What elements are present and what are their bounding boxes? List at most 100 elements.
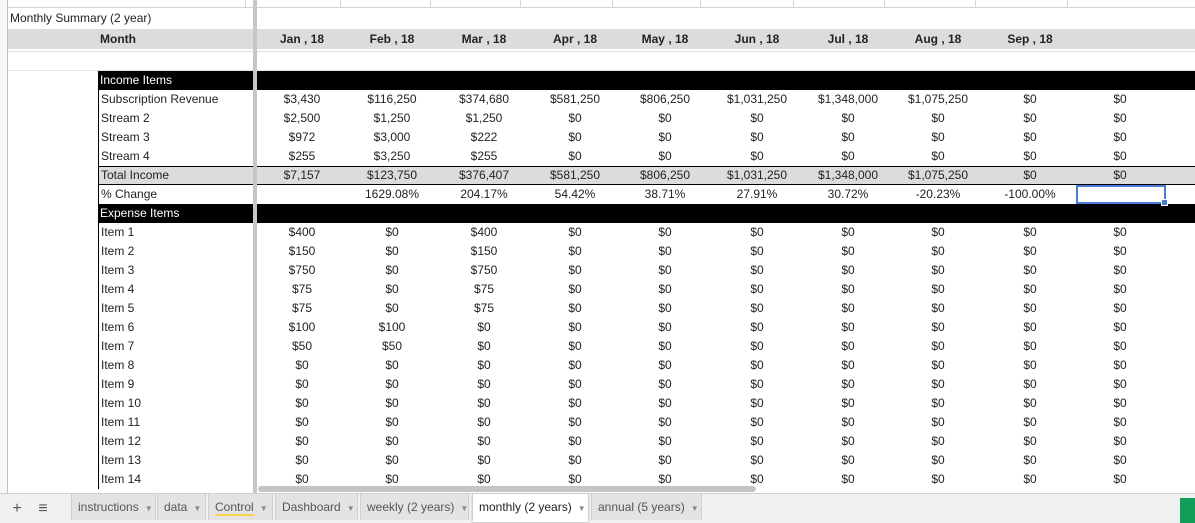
- value-cell[interactable]: $0: [986, 413, 1074, 432]
- value-cell[interactable]: $255: [258, 147, 346, 166]
- value-cell[interactable]: $0: [713, 128, 801, 147]
- value-cell[interactable]: $0: [894, 356, 982, 375]
- value-cell[interactable]: $0: [804, 318, 892, 337]
- value-cell[interactable]: $255: [440, 147, 528, 166]
- value-cell[interactable]: $0: [986, 318, 1074, 337]
- value-cell[interactable]: $0: [713, 280, 801, 299]
- value-cell[interactable]: $0: [440, 356, 528, 375]
- value-cell[interactable]: $0: [894, 128, 982, 147]
- value-cell[interactable]: $0: [804, 413, 892, 432]
- value-cell[interactable]: $0: [986, 147, 1074, 166]
- value-cell[interactable]: $0: [713, 223, 801, 242]
- value-cell[interactable]: $0: [1076, 128, 1164, 147]
- value-cell[interactable]: $0: [348, 375, 436, 394]
- value-cell[interactable]: 30.72%: [804, 185, 892, 204]
- value-cell[interactable]: $75: [440, 280, 528, 299]
- value-cell[interactable]: $0: [986, 166, 1074, 185]
- value-cell[interactable]: $0: [440, 318, 528, 337]
- value-cell[interactable]: $0: [986, 261, 1074, 280]
- spreadsheet-grid[interactable]: Monthly Summary (2 year) Month Jan , 18 F…: [0, 0, 1195, 493]
- add-sheet-icon[interactable]: +: [6, 494, 28, 523]
- value-cell[interactable]: $0: [804, 109, 892, 128]
- value-cell[interactable]: $0: [986, 109, 1074, 128]
- value-cell[interactable]: $0: [1076, 280, 1164, 299]
- value-cell[interactable]: $0: [804, 337, 892, 356]
- value-cell[interactable]: $3,250: [348, 147, 436, 166]
- value-cell[interactable]: $0: [621, 394, 709, 413]
- value-cell[interactable]: $0: [894, 299, 982, 318]
- value-cell[interactable]: $0: [531, 299, 619, 318]
- value-cell[interactable]: $0: [440, 413, 528, 432]
- value-cell[interactable]: $0: [621, 337, 709, 356]
- value-cell[interactable]: $0: [804, 451, 892, 470]
- value-cell[interactable]: $0: [1076, 394, 1164, 413]
- sheet-tab[interactable]: Dashboard ▼: [275, 494, 358, 520]
- value-cell[interactable]: $0: [1076, 375, 1164, 394]
- value-cell[interactable]: $0: [258, 394, 346, 413]
- value-cell[interactable]: $0: [621, 147, 709, 166]
- value-cell[interactable]: $0: [621, 413, 709, 432]
- value-cell[interactable]: $123,750: [348, 166, 436, 185]
- value-cell[interactable]: $0: [440, 375, 528, 394]
- value-cell[interactable]: $0: [894, 223, 982, 242]
- value-cell[interactable]: $0: [621, 223, 709, 242]
- value-cell[interactable]: $0: [348, 394, 436, 413]
- value-cell[interactable]: $0: [713, 242, 801, 261]
- value-cell[interactable]: $0: [713, 109, 801, 128]
- value-cell[interactable]: $0: [1076, 299, 1164, 318]
- value-cell[interactable]: $75: [258, 299, 346, 318]
- value-cell[interactable]: $0: [804, 470, 892, 489]
- value-cell[interactable]: $0: [986, 394, 1074, 413]
- value-cell[interactable]: $0: [986, 128, 1074, 147]
- horizontal-scrollbar[interactable]: [258, 486, 756, 492]
- value-cell[interactable]: 1629.08%: [348, 185, 436, 204]
- value-cell[interactable]: $0: [348, 451, 436, 470]
- value-cell[interactable]: $0: [713, 394, 801, 413]
- value-cell[interactable]: $0: [986, 470, 1074, 489]
- tab-dropdown-icon[interactable]: ▼: [691, 496, 699, 522]
- frozen-column-divider[interactable]: [253, 0, 257, 493]
- value-cell[interactable]: $1,031,250: [713, 166, 801, 185]
- tab-dropdown-icon[interactable]: ▼: [145, 496, 153, 522]
- sheet-tab[interactable]: annual (5 years) ▼: [591, 494, 702, 520]
- value-cell[interactable]: $0: [531, 356, 619, 375]
- value-cell[interactable]: $0: [531, 451, 619, 470]
- value-cell[interactable]: $0: [531, 128, 619, 147]
- value-cell[interactable]: $0: [531, 413, 619, 432]
- sheet-tab[interactable]: data ▼: [157, 494, 206, 520]
- row-header-strip[interactable]: [0, 0, 8, 493]
- value-cell[interactable]: $0: [621, 280, 709, 299]
- column-header-strip[interactable]: [8, 0, 1195, 8]
- selected-cell[interactable]: [1076, 185, 1168, 206]
- value-cell[interactable]: $0: [894, 413, 982, 432]
- value-cell[interactable]: $0: [804, 147, 892, 166]
- value-cell[interactable]: $0: [713, 356, 801, 375]
- value-cell[interactable]: $0: [804, 280, 892, 299]
- value-cell[interactable]: $222: [440, 128, 528, 147]
- value-cell[interactable]: $400: [440, 223, 528, 242]
- value-cell[interactable]: $0: [986, 223, 1074, 242]
- value-cell[interactable]: $75: [258, 280, 346, 299]
- value-cell[interactable]: $0: [804, 261, 892, 280]
- value-cell[interactable]: $75: [440, 299, 528, 318]
- value-cell[interactable]: $150: [440, 242, 528, 261]
- value-cell[interactable]: 38.71%: [621, 185, 709, 204]
- value-cell[interactable]: $0: [531, 318, 619, 337]
- value-cell[interactable]: $0: [1076, 166, 1164, 185]
- value-cell[interactable]: $0: [348, 356, 436, 375]
- value-cell[interactable]: $3,430: [258, 90, 346, 109]
- value-cell[interactable]: $0: [531, 223, 619, 242]
- value-cell[interactable]: $0: [348, 280, 436, 299]
- value-cell[interactable]: $0: [986, 356, 1074, 375]
- value-cell[interactable]: $374,680: [440, 90, 528, 109]
- value-cell[interactable]: $0: [804, 242, 892, 261]
- value-cell[interactable]: -20.23%: [894, 185, 982, 204]
- value-cell[interactable]: $150: [258, 242, 346, 261]
- value-cell[interactable]: 204.17%: [440, 185, 528, 204]
- value-cell[interactable]: $0: [986, 280, 1074, 299]
- value-cell[interactable]: $0: [804, 128, 892, 147]
- value-cell[interactable]: $0: [440, 451, 528, 470]
- value-cell[interactable]: $0: [986, 432, 1074, 451]
- value-cell[interactable]: $0: [348, 299, 436, 318]
- value-cell[interactable]: $0: [531, 261, 619, 280]
